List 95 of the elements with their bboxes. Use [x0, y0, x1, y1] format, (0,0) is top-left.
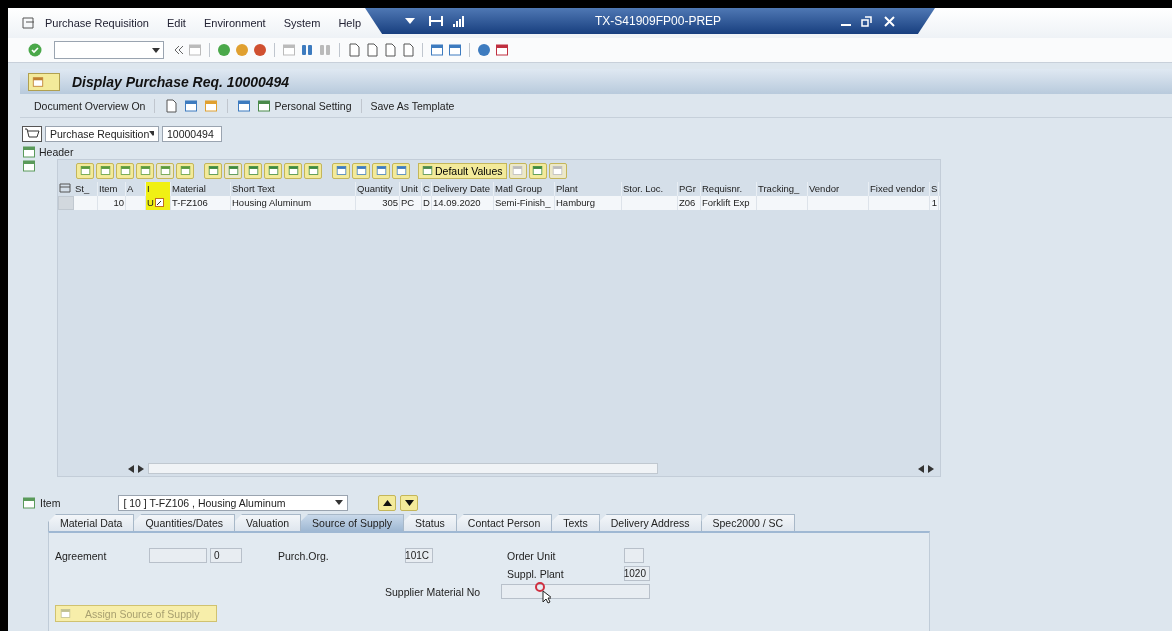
table-cell: 1 [930, 196, 939, 210]
close-icon[interactable] [884, 15, 895, 27]
column-header[interactable]: St_ [74, 182, 98, 196]
menu-button[interactable] [28, 72, 60, 91]
agreement-field[interactable] [149, 548, 207, 564]
detail-icon[interactable] [154, 198, 164, 208]
item-label: Item [40, 497, 61, 509]
tab[interactable]: Delivery Address [598, 514, 702, 531]
document-type-dropdown[interactable]: Purchase Requisition [45, 126, 159, 142]
field-label: Order Unit [506, 550, 557, 562]
column-header[interactable]: Stor. Loc. [622, 182, 678, 196]
cart-icon[interactable] [22, 126, 42, 142]
column-header[interactable]: S [930, 182, 939, 196]
column-header[interactable]: Item [98, 182, 126, 196]
dropdown-arrow-icon [149, 131, 154, 137]
agreement-item-field[interactable]: 0 [210, 548, 242, 564]
screen-title: Display Purchase Req. 10000494 [72, 73, 290, 90]
scroll-left-icon[interactable] [918, 465, 924, 473]
restore-icon[interactable] [861, 15, 872, 27]
document-overview-button[interactable]: Document Overview On [34, 99, 146, 112]
pin-icon[interactable] [429, 15, 443, 27]
tab[interactable]: Texts [551, 514, 600, 531]
table-cell: PC [400, 196, 422, 210]
item-collapse-icon[interactable] [22, 159, 36, 173]
tab[interactable]: Valuation [234, 514, 302, 531]
field-label: Suppl. Plant [506, 568, 565, 580]
purch-org-field[interactable]: 101C [405, 548, 433, 564]
column-header[interactable]: Fixed vendor [869, 182, 930, 196]
signal-icon [453, 15, 465, 27]
column-header[interactable]: C [422, 182, 432, 196]
down-arrow-icon [404, 500, 414, 506]
table-cell: D [422, 196, 432, 210]
document-number-field[interactable]: 10000494 [162, 126, 222, 142]
menu-item[interactable]: Environment [203, 16, 266, 29]
mouse-cursor-icon [535, 582, 551, 604]
column-header[interactable]: Matl Group [494, 182, 555, 196]
dropdown-icon[interactable] [405, 18, 415, 24]
item-collapse-icon[interactable] [22, 496, 36, 510]
select-all-icon[interactable] [58, 182, 72, 194]
field-label: Agreement [55, 550, 108, 562]
order-unit-field[interactable] [624, 548, 644, 564]
item-dropdown[interactable]: [ 10 ] T-FZ106 , Housing Aluminum [118, 495, 349, 511]
tab[interactable]: Quantities/Dates [133, 514, 236, 531]
column-header[interactable]: Quantity [356, 182, 400, 196]
dropdown-icon[interactable] [152, 47, 160, 53]
table-cell: 14.09.2020 [432, 196, 494, 210]
header-expand-icon[interactable] [22, 145, 36, 159]
column-header[interactable]: Requisnr. [701, 182, 757, 196]
default-values-button[interactable]: Default Values [418, 163, 507, 179]
column-header[interactable]: Plant [555, 182, 622, 196]
menu-item[interactable]: Edit [166, 16, 186, 29]
menu-item[interactable]: System [283, 16, 321, 29]
column-header[interactable]: PGr [678, 182, 701, 196]
scroll-left-icon[interactable] [128, 465, 134, 473]
save-as-template-button[interactable]: Save As Template [370, 99, 455, 112]
window-title: TX-S41909FP00-PREP [595, 14, 723, 28]
table-cell: Z06 [678, 196, 701, 210]
table-cell: Housing Aluminum [231, 196, 356, 210]
menu-icon[interactable] [22, 16, 35, 29]
field-label: Supplier Material No [385, 586, 482, 598]
table-cell: Hamburg [555, 196, 622, 210]
table-cell: Semi-Finish_ [494, 196, 555, 210]
next-item-button[interactable] [400, 495, 419, 511]
toolbar-button[interactable] [528, 163, 547, 179]
menu-item[interactable]: Purchase Requisition [45, 16, 149, 29]
previous-item-button[interactable] [378, 495, 397, 511]
supplier-material-field[interactable] [501, 584, 650, 600]
header-label: Header [39, 146, 74, 158]
tab[interactable]: Contact Person [455, 514, 553, 531]
up-arrow-icon [382, 500, 392, 506]
column-header[interactable]: Material [171, 182, 231, 196]
tab[interactable]: Status [403, 514, 457, 531]
column-header[interactable]: Tracking_ [757, 182, 808, 196]
column-header[interactable]: Delivery Date [432, 182, 494, 196]
command-field[interactable] [54, 41, 164, 60]
personal-setting-button[interactable]: Personal Setting [257, 98, 352, 113]
scroll-right-icon[interactable] [138, 465, 144, 473]
tab[interactable]: Source of Supply [300, 514, 405, 531]
column-header[interactable]: Vendor [808, 182, 869, 196]
tab[interactable]: Material Data [48, 514, 135, 531]
collapse-icon[interactable] [174, 45, 184, 56]
table-cell: Forklift Exp [701, 196, 757, 210]
table-cell: 10 [98, 196, 126, 210]
tab[interactable]: Spec2000 / SC [700, 514, 796, 531]
column-header[interactable]: I [146, 182, 171, 196]
menu-item[interactable]: Help [338, 16, 361, 29]
column-header[interactable]: Unit [400, 182, 422, 196]
scroll-right-icon[interactable] [928, 465, 934, 473]
checkmark-icon[interactable] [28, 43, 42, 58]
suppl-plant-field[interactable]: 1020 [624, 566, 650, 582]
table-cell: 305 [356, 196, 400, 210]
field-label: Purch.Org. [278, 550, 330, 562]
dropdown-arrow-icon [335, 500, 344, 506]
column-header[interactable]: Short Text [231, 182, 356, 196]
table-cell: T-FZ106 [171, 196, 231, 210]
